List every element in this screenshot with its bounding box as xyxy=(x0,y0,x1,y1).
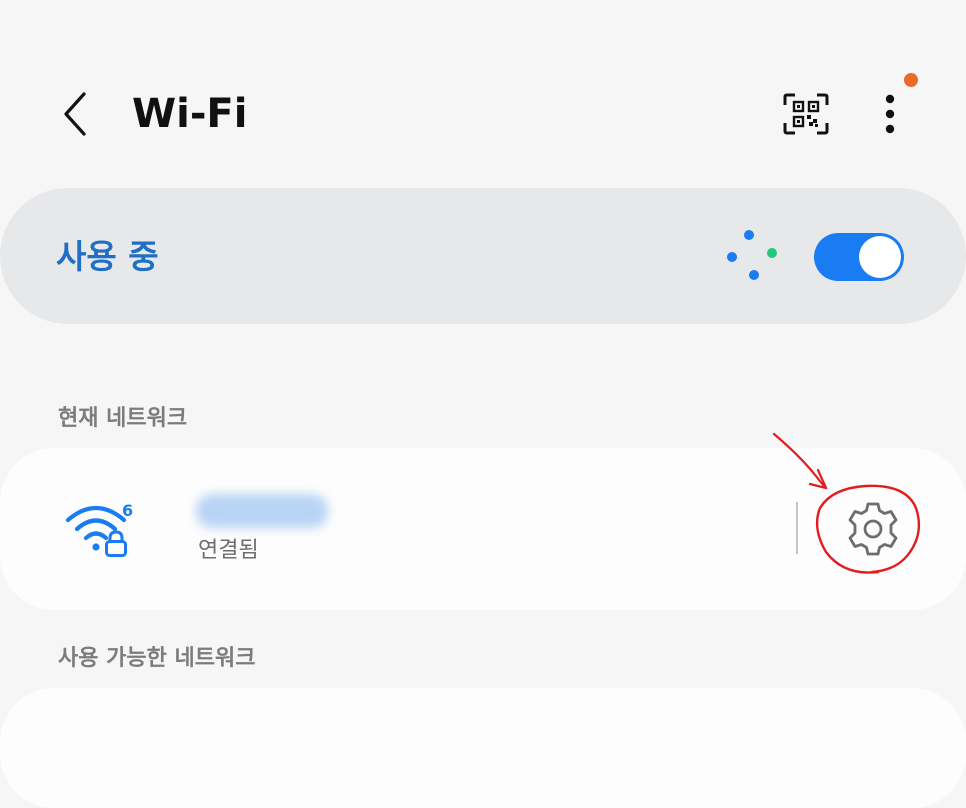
network-status: 연결됨 xyxy=(198,538,259,563)
page-title: Wi-Fi xyxy=(132,91,248,137)
notification-dot xyxy=(904,73,918,87)
qr-scan-icon xyxy=(783,93,829,135)
wifi-toggle-label: 사용 중 xyxy=(56,237,159,276)
current-network-header: 현재 네트워크 xyxy=(58,406,188,431)
app-bar: Wi-Fi xyxy=(0,0,966,190)
back-button[interactable] xyxy=(50,84,100,144)
available-networks-card[interactable] xyxy=(0,688,966,808)
network-name-redacted xyxy=(196,494,328,528)
available-networks-header: 사용 가능한 네트워크 xyxy=(58,646,256,671)
chevron-left-icon xyxy=(64,92,86,136)
toggle-knob xyxy=(859,236,901,278)
scanning-dots-icon xyxy=(727,230,777,280)
red-annotation-circle-arrow xyxy=(772,432,921,574)
more-vertical-icon xyxy=(885,94,895,134)
wifi-6-lock-icon: 6 xyxy=(65,501,133,557)
more-options-button[interactable] xyxy=(862,84,918,144)
wifi-toggle-switch[interactable] xyxy=(814,233,904,281)
qr-scan-button[interactable] xyxy=(776,86,836,142)
svg-text:6: 6 xyxy=(122,501,133,520)
